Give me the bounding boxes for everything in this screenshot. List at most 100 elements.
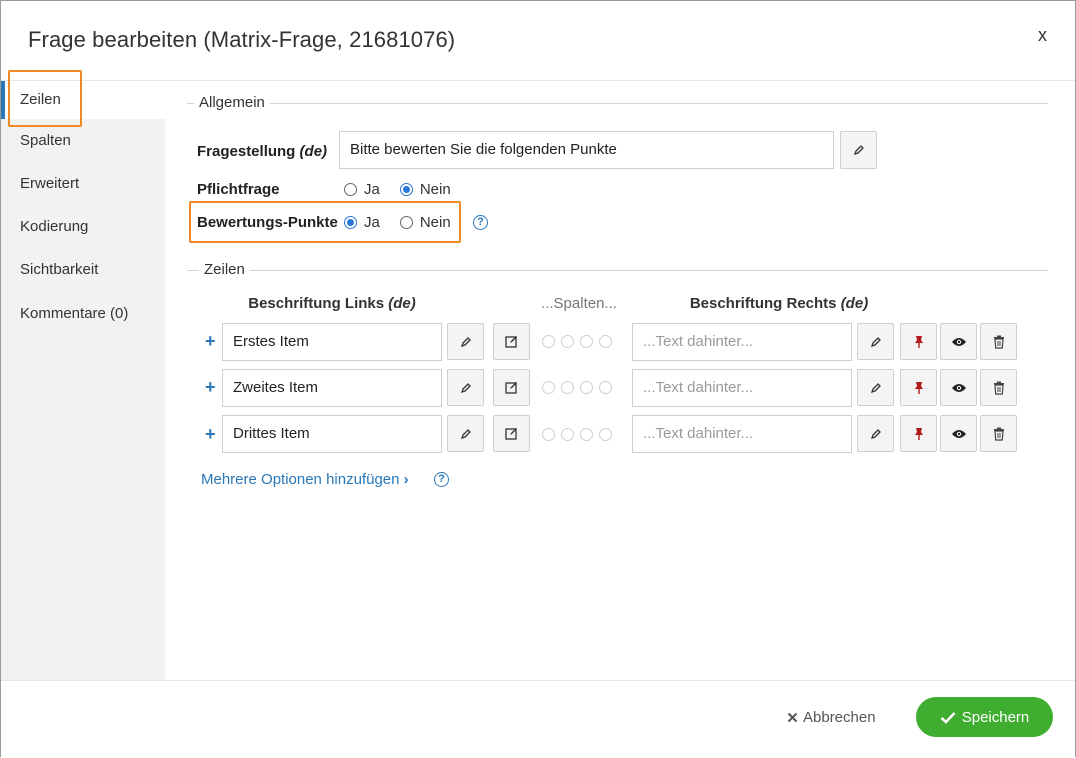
pflichtfrage-ja-option[interactable]: Ja — [344, 181, 380, 198]
row-pin-button[interactable] — [900, 369, 937, 406]
preview-radio — [599, 381, 612, 394]
dialog-footer: Abbrechen Speichern — [1, 680, 1075, 758]
row-right-text-input[interactable]: ...Text dahinter... — [632, 415, 852, 453]
sidebar-item-label: Kommentare (0) — [20, 305, 129, 322]
column-header-left-text: Beschriftung Links — [248, 295, 385, 312]
row-delete-button[interactable] — [980, 369, 1017, 406]
row-right-text-input[interactable]: ...Text dahinter... — [632, 369, 852, 407]
trash-icon — [993, 335, 1004, 349]
language-tag: (de) — [840, 295, 869, 312]
pin-icon — [914, 427, 923, 440]
preview-radio — [542, 381, 555, 394]
preview-radio — [599, 335, 612, 348]
radio-label: Nein — [419, 214, 451, 231]
row-delete-button[interactable] — [980, 415, 1017, 452]
pencil-icon — [460, 382, 471, 393]
close-button[interactable]: x — [1038, 25, 1047, 46]
row-right-translate-button[interactable] — [857, 323, 894, 360]
language-tag: (de) — [388, 295, 416, 312]
row-translate-button[interactable] — [447, 415, 484, 452]
help-icon[interactable]: ? — [473, 215, 488, 230]
sidebar-item-zeilen[interactable]: Zeilen — [1, 81, 165, 119]
check-icon — [940, 711, 956, 724]
radio-ja[interactable] — [344, 183, 357, 196]
row-translate-button[interactable] — [447, 323, 484, 360]
sidebar-item-label: Sichtbarkeit — [20, 261, 99, 278]
radio-label: Ja — [364, 214, 380, 231]
row-right-translate-button[interactable] — [857, 369, 894, 406]
fieldset-legend-zeilen: Zeilen — [199, 261, 250, 278]
plus-icon[interactable]: + — [205, 331, 216, 352]
edit-question-dialog: Frage bearbeiten (Matrix-Frage, 21681076… — [0, 0, 1076, 758]
sidebar-item-sichtbarkeit[interactable]: Sichtbarkeit — [1, 251, 165, 289]
row-edit-button[interactable] — [493, 369, 530, 406]
pin-icon — [914, 381, 923, 394]
preview-radio — [561, 381, 574, 394]
column-header-left: Beschriftung Links (de) — [222, 295, 442, 312]
row-pin-button[interactable] — [900, 323, 937, 360]
row-label-input[interactable]: Zweites Item — [222, 369, 442, 407]
row-translate-button[interactable] — [447, 369, 484, 406]
add-multiple-options-link[interactable]: Mehrere Optionen hinzufügen › — [201, 471, 409, 488]
row-edit-button[interactable] — [493, 323, 530, 360]
pencil-icon — [870, 382, 881, 393]
eye-icon — [951, 383, 966, 392]
pencil-icon — [870, 336, 881, 347]
save-button[interactable]: Speichern — [916, 697, 1053, 737]
fragestellung-label-text: Fragestellung — [197, 143, 296, 160]
plus-icon[interactable]: + — [205, 424, 216, 445]
row-visibility-button[interactable] — [940, 415, 977, 452]
dialog-header: Frage bearbeiten (Matrix-Frage, 21681076… — [1, 1, 1075, 81]
sidebar-item-spalten[interactable]: Spalten — [1, 122, 165, 160]
radio-nein[interactable] — [399, 216, 413, 229]
row-right-translate-button[interactable] — [857, 415, 894, 452]
row-visibility-button[interactable] — [940, 369, 977, 406]
eye-icon — [951, 429, 966, 438]
radio-label: Ja — [364, 181, 380, 198]
column-header-spalten: ...Spalten... — [541, 295, 617, 312]
edit-square-icon — [505, 336, 517, 348]
radio-nein[interactable] — [399, 183, 413, 196]
row-delete-button[interactable] — [980, 323, 1017, 360]
preview-radio — [580, 381, 593, 394]
pencil-icon — [870, 428, 881, 439]
row-edit-button[interactable] — [493, 415, 530, 452]
fieldset-line — [187, 103, 1048, 104]
row-right-text-input[interactable]: ...Text dahinter... — [632, 323, 852, 361]
pflichtfrage-radio-group: Ja Nein — [344, 181, 471, 198]
fragestellung-input[interactable]: Bitte bewerten Sie die folgenden Punkte — [339, 131, 834, 169]
sidebar-item-erweitert[interactable]: Erweitert — [1, 165, 165, 203]
pencil-icon — [853, 145, 864, 156]
sidebar: Zeilen Spalten Erweitert Kodierung Sicht… — [1, 81, 165, 680]
help-icon[interactable]: ? — [434, 472, 449, 487]
sidebar-item-label: Spalten — [20, 132, 71, 149]
bewertung-ja-option[interactable]: Ja — [344, 214, 380, 231]
pflichtfrage-nein-option[interactable]: Nein — [399, 181, 451, 198]
cancel-button[interactable]: Abbrechen — [787, 709, 876, 726]
fragestellung-edit-button[interactable] — [840, 131, 877, 169]
sidebar-item-kommentare[interactable]: Kommentare (0) — [1, 295, 165, 333]
column-preview-dots — [542, 428, 612, 441]
row-label-input[interactable]: Drittes Item — [222, 415, 442, 453]
cancel-button-label: Abbrechen — [803, 709, 876, 726]
active-indicator — [1, 81, 5, 119]
column-preview-dots — [542, 335, 612, 348]
trash-icon — [993, 381, 1004, 395]
row-visibility-button[interactable] — [940, 323, 977, 360]
bewertungs-punkte-radio-group: Ja Nein — [344, 214, 471, 231]
trash-icon — [993, 427, 1004, 441]
plus-icon[interactable]: + — [205, 377, 216, 398]
fragestellung-label: Fragestellung (de) — [197, 143, 327, 160]
row-pin-button[interactable] — [900, 415, 937, 452]
radio-ja[interactable] — [344, 216, 357, 229]
column-preview-dots — [542, 381, 612, 394]
sidebar-item-kodierung[interactable]: Kodierung — [1, 208, 165, 246]
bewertungs-punkte-label: Bewertungs-Punkte — [197, 214, 338, 231]
preview-radio — [599, 428, 612, 441]
close-icon — [787, 712, 798, 723]
preview-radio — [542, 335, 555, 348]
pencil-icon — [460, 336, 471, 347]
bewertung-nein-option[interactable]: Nein — [399, 214, 451, 231]
main-content: Allgemein Fragestellung (de) Bitte bewer… — [165, 81, 1075, 680]
row-label-input[interactable]: Erstes Item — [222, 323, 442, 361]
